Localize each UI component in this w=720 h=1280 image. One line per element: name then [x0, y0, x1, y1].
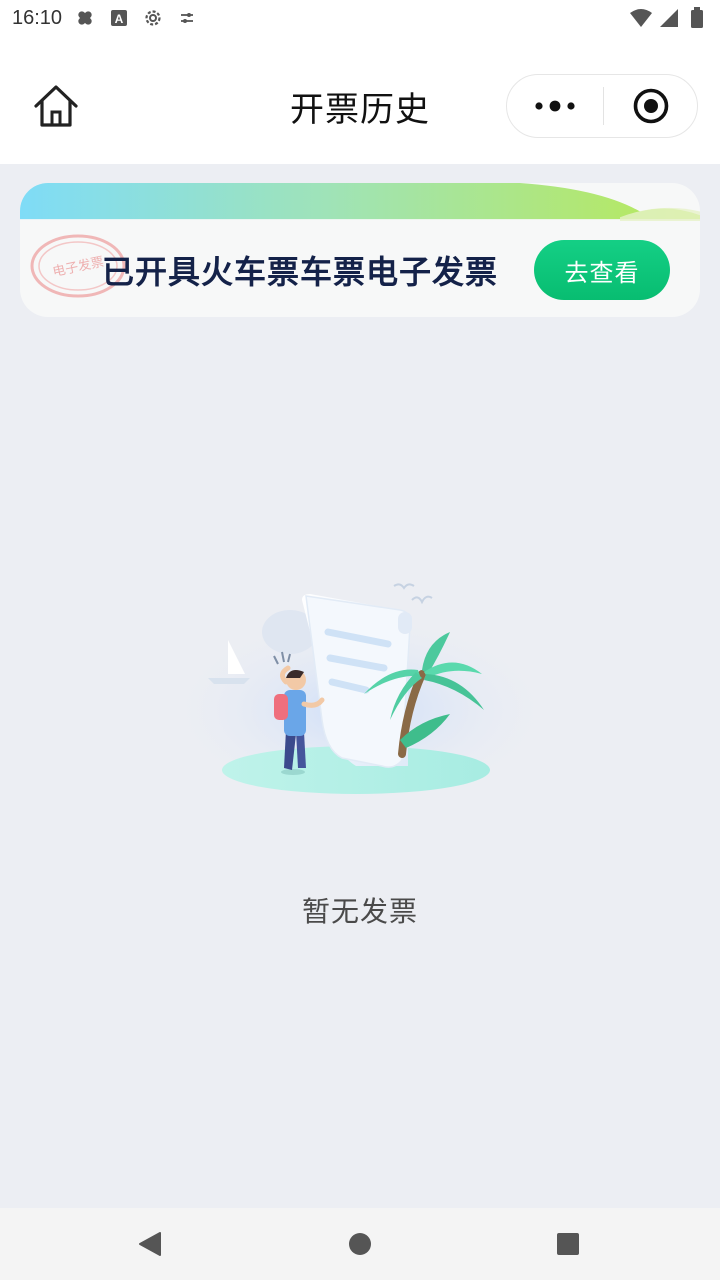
- mini-program-capsule: [506, 74, 698, 138]
- battery-icon: [686, 7, 708, 29]
- close-mini-program-button[interactable]: [604, 75, 697, 137]
- stamp-text: 电子发票: [51, 254, 105, 280]
- recent-square-icon: [557, 1233, 579, 1255]
- back-triangle-icon: [139, 1232, 161, 1256]
- train-invoice-banner[interactable]: 电子发票 已开具火车票车票电子发票 去查看: [20, 183, 700, 317]
- tune-icon: [176, 7, 198, 29]
- font-a-icon: A: [108, 7, 130, 29]
- bandage-icon: [74, 7, 96, 29]
- home-nav-button[interactable]: [346, 1230, 374, 1258]
- target-close-icon: [633, 88, 668, 124]
- system-nav-bar: [0, 1208, 720, 1280]
- signal-icon: [658, 7, 680, 29]
- back-button[interactable]: [136, 1230, 164, 1258]
- banner-text: 已开具火车票车票电子发票: [102, 253, 499, 291]
- more-button[interactable]: [507, 75, 603, 137]
- nav-bar: 开票历史: [0, 36, 720, 164]
- status-right: [630, 7, 708, 29]
- status-bar: 16:10 A: [0, 0, 720, 36]
- empty-invoice-illustration: [160, 583, 560, 800]
- more-dots-icon: [535, 100, 575, 112]
- wifi-icon: [630, 7, 652, 29]
- empty-state-text: 暂无发票: [301, 895, 418, 928]
- home-circle-icon: [349, 1233, 371, 1255]
- svg-text:A: A: [115, 12, 124, 26]
- gear-icon: [142, 7, 164, 29]
- recents-button[interactable]: [554, 1230, 582, 1258]
- status-left: 16:10 A: [12, 7, 198, 30]
- screen: 16:10 A 开票历史 电子发票 已开具火车票车票电子发票 去查看 暂无发票: [0, 0, 720, 1280]
- view-button[interactable]: 去查看: [534, 240, 670, 300]
- status-time: 16:10: [12, 6, 63, 29]
- banner-top-strip: [20, 183, 700, 221]
